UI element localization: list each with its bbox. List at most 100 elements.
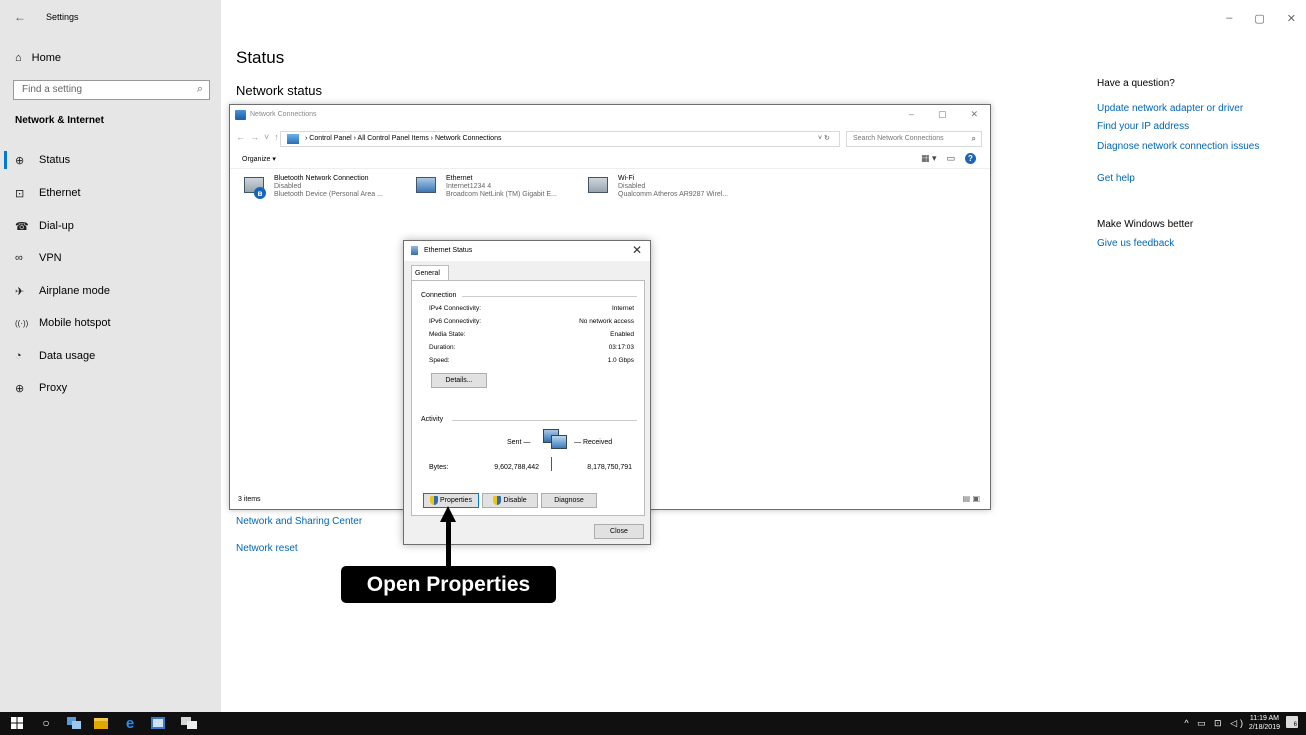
adapter-bluetooth[interactable]: ʙ Bluetooth Network Connection Disabled … xyxy=(242,175,383,199)
disable-button[interactable]: Disable xyxy=(482,493,538,508)
adapter-name: Wi-Fi xyxy=(618,175,635,182)
sent-label: Sent — xyxy=(507,439,531,446)
view-tools: ▦ ▾ ▭ ? xyxy=(921,153,976,164)
edge-icon[interactable]: e xyxy=(122,715,138,732)
close-icon[interactable]: ✕ xyxy=(632,243,642,257)
uac-shield-icon xyxy=(493,496,502,505)
network-reset-link[interactable]: Network reset xyxy=(236,543,298,554)
sidebar-item-proxy[interactable]: ⊕ Proxy xyxy=(15,378,67,398)
maximize-icon[interactable]: ▢ xyxy=(1254,12,1264,25)
item-count: 3 items xyxy=(238,496,261,503)
page-title: Status xyxy=(236,48,285,67)
adapter-status: Disabled xyxy=(274,183,302,190)
network-tray-app-icon[interactable] xyxy=(66,716,82,730)
address-bar[interactable]: › Control Panel › All Control Panel Item… xyxy=(280,131,840,147)
adapter-device: Broadcom NetLink (TM) Gigabit E... xyxy=(446,191,557,198)
adapter-device: Qualcomm Atheros AR9287 Wirel... xyxy=(618,191,729,198)
settings-window-controls: – ▢ ✕ xyxy=(1226,12,1296,25)
diagnose-button[interactable]: Diagnose xyxy=(541,493,597,508)
sidebar-item-label: Proxy xyxy=(39,382,68,394)
settings-sidebar: ← Settings ⌂ Home Find a setting ⌕ Netwo… xyxy=(0,0,221,712)
update-adapter-link[interactable]: Update network adapter or driver xyxy=(1097,103,1287,115)
start-windows-icon[interactable] xyxy=(10,716,24,730)
maximize-icon[interactable]: ▢ xyxy=(938,109,947,120)
back-arrow-icon[interactable]: ← xyxy=(14,10,26,24)
sidebar-item-status[interactable]: ⊕ Status xyxy=(15,150,70,170)
search-circle-icon[interactable]: ○ xyxy=(39,716,53,730)
refresh-icon[interactable]: ˅ ↻ xyxy=(818,134,830,142)
sidebar-item-dialup[interactable]: ☎ Dial-up xyxy=(15,216,74,236)
section-title: Network & Internet xyxy=(15,115,104,126)
kv-value: Enabled xyxy=(610,331,634,338)
nc-search-placeholder: Search Network Connections xyxy=(853,135,944,142)
minimize-icon[interactable]: – xyxy=(1226,12,1232,25)
nc-titlebar: Network Connections – ▢ ✕ xyxy=(230,105,990,127)
give-feedback-link[interactable]: Give us feedback xyxy=(1097,238,1287,250)
active-indicator xyxy=(4,151,7,169)
speed-row: Speed: 1.0 Gbps xyxy=(429,357,634,364)
find-ip-link[interactable]: Find your IP address xyxy=(1097,121,1287,133)
find-setting-search-input[interactable]: Find a setting ⌕ xyxy=(13,80,210,100)
disable-label: Disable xyxy=(503,497,527,504)
nav-arrows-icon[interactable]: ←→˅↑ xyxy=(236,132,284,142)
nc-search-input[interactable]: Search Network Connections ⌕ xyxy=(846,131,982,147)
data-usage-icon: ◔ xyxy=(15,350,22,362)
home-label: Home xyxy=(31,52,61,64)
get-help-link[interactable]: Get help xyxy=(1097,173,1287,185)
ethernet-adapter-icon xyxy=(414,175,440,199)
have-a-question-heading: Have a question? xyxy=(1097,78,1175,89)
sidebar-item-data-usage[interactable]: ◔ Data usage xyxy=(15,346,95,366)
help-icon[interactable]: ? xyxy=(965,153,976,164)
file-explorer-icon[interactable] xyxy=(93,716,109,730)
control-panel-icon xyxy=(287,134,299,144)
sidebar-item-ethernet[interactable]: ⊡ Ethernet xyxy=(15,183,81,203)
control-panel-app-icon[interactable] xyxy=(150,716,166,730)
sidebar-item-airplane-mode[interactable]: ✈ Airplane mode xyxy=(15,281,110,301)
divider xyxy=(452,420,637,421)
ethernet-status-icon xyxy=(411,246,418,255)
make-windows-better-heading: Make Windows better xyxy=(1097,219,1194,230)
general-tab-panel: Connection IPv4 Connectivity: Internet I… xyxy=(411,280,645,516)
minimize-icon[interactable]: – xyxy=(909,109,914,120)
clock-time: 11:19 AM xyxy=(1249,715,1279,722)
action-center-icon[interactable]: 6 xyxy=(1286,716,1298,728)
dialog-titlebar: Ethernet Status ✕ xyxy=(404,241,650,261)
annotation-arrow-shaft xyxy=(446,520,451,572)
details-view-icon[interactable]: ▤ ▣ xyxy=(963,494,980,503)
network-sharing-center-link[interactable]: Network and Sharing Center xyxy=(236,516,362,527)
close-button[interactable]: Close xyxy=(594,524,644,539)
preview-pane-icon[interactable]: ▭ xyxy=(946,153,955,164)
sidebar-item-label: Status xyxy=(39,154,71,166)
details-button[interactable]: Details... xyxy=(431,373,487,388)
adapter-wifi[interactable]: Wi-Fi Disabled Qualcomm Atheros AR9287 W… xyxy=(586,175,728,199)
change-view-icon[interactable]: ▦ ▾ xyxy=(921,153,937,164)
kv-key: Duration: xyxy=(429,344,456,351)
close-icon[interactable]: ✕ xyxy=(970,109,978,120)
close-icon[interactable]: ✕ xyxy=(1287,12,1296,25)
kv-key: Speed: xyxy=(429,357,450,364)
system-tray-icons[interactable]: ^ ▭ ⊡ ◁) xyxy=(1184,718,1246,729)
airplane-icon: ✈ xyxy=(15,285,25,298)
open-properties-callout: Open Properties xyxy=(341,566,556,603)
search-icon[interactable]: ⌕ xyxy=(197,83,203,96)
kv-key: Media State: xyxy=(429,331,466,338)
sidebar-item-label: Airplane mode xyxy=(39,285,110,297)
adapter-name: Bluetooth Network Connection xyxy=(274,175,369,182)
activity-computers-icon xyxy=(543,429,569,453)
notification-count: 6 xyxy=(1293,722,1297,728)
home-nav[interactable]: ⌂ Home xyxy=(15,52,61,64)
sidebar-item-mobile-hotspot[interactable]: ((·)) Mobile hotspot xyxy=(15,313,111,333)
vpn-icon: ∞ xyxy=(15,252,23,264)
taskbar-clock[interactable]: 11:19 AM 2/18/2019 xyxy=(1249,714,1280,732)
adapter-ethernet[interactable]: Ethernet Internet1234 4 Broadcom NetLink… xyxy=(414,175,557,199)
diagnose-connection-link[interactable]: Diagnose network connection issues xyxy=(1097,141,1287,153)
adapter-name: Ethernet xyxy=(446,175,473,182)
dialog-title: Ethernet Status xyxy=(424,247,473,254)
network-connections-app-icon[interactable] xyxy=(180,716,200,730)
sidebar-item-vpn[interactable]: ∞ VPN xyxy=(15,248,62,268)
organize-menu[interactable]: Organize ▾ xyxy=(242,155,276,163)
tab-general[interactable]: General xyxy=(411,265,449,281)
sidebar-item-label: VPN xyxy=(39,252,62,264)
search-icon[interactable]: ⌕ xyxy=(972,134,976,144)
kv-value: 03:17:03 xyxy=(608,344,634,351)
